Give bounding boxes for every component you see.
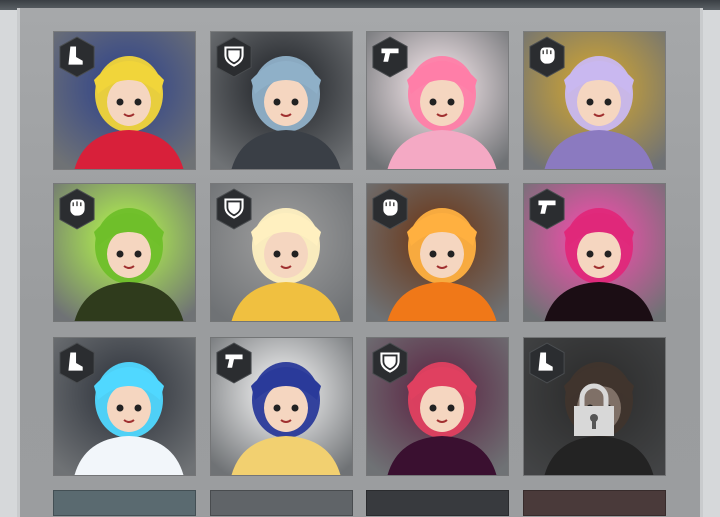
class-pistol-icon <box>372 36 408 78</box>
class-fist-icon <box>372 188 408 230</box>
class-boot-icon <box>529 342 565 384</box>
character-card-hero-5[interactable] <box>53 183 196 322</box>
character-card-hero-9[interactable] <box>53 337 196 476</box>
class-fist-icon <box>529 36 565 78</box>
character-grid <box>53 31 667 517</box>
class-shield-icon <box>216 188 252 230</box>
character-card-hero-1[interactable] <box>53 31 196 170</box>
character-card-partial[interactable] <box>53 490 196 516</box>
class-boot-icon <box>59 342 95 384</box>
character-card-hero-6[interactable] <box>210 183 353 322</box>
class-fist-icon <box>59 188 95 230</box>
class-shield-icon <box>216 36 252 78</box>
character-card-hero-4[interactable] <box>523 31 666 170</box>
character-card-hero-11[interactable] <box>366 337 509 476</box>
lock-icon <box>574 383 614 436</box>
character-card-hero-12[interactable] <box>523 337 666 476</box>
character-card-hero-7[interactable] <box>366 183 509 322</box>
character-card-hero-2[interactable] <box>210 31 353 170</box>
character-card-partial[interactable] <box>210 490 353 516</box>
character-card-hero-10[interactable] <box>210 337 353 476</box>
character-card-hero-8[interactable] <box>523 183 666 322</box>
class-pistol-icon <box>529 188 565 230</box>
class-pistol-icon <box>216 342 252 384</box>
character-card-partial[interactable] <box>523 490 666 516</box>
class-boot-icon <box>59 36 95 78</box>
character-card-hero-3[interactable] <box>366 31 509 170</box>
class-shield-icon <box>372 342 408 384</box>
character-card-partial[interactable] <box>366 490 509 516</box>
